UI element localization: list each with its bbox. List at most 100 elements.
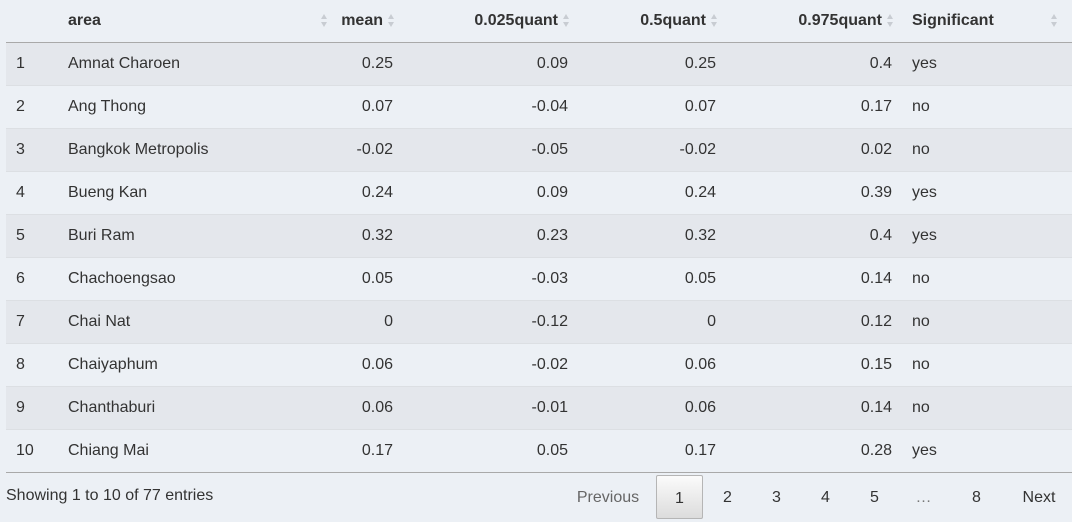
data-table: area mean 0.025quant 0.5quant 0.975quant…	[6, 0, 1072, 473]
cell-significant: yes	[902, 42, 1072, 86]
cell-05quant: 0.06	[578, 386, 726, 430]
cell-mean: 0.06	[295, 386, 403, 430]
cell-significant: no	[902, 300, 1072, 344]
cell-0975quant: 0.4	[726, 214, 902, 258]
cell-area: Buri Ram	[58, 214, 295, 258]
cell-05quant: 0.24	[578, 171, 726, 215]
table-row: 8 Chaiyaphum 0.06 -0.02 0.06 0.15 no	[6, 343, 1072, 387]
cell-index: 4	[6, 171, 58, 215]
column-header-0025quant[interactable]: 0.025quant	[403, 0, 578, 43]
cell-05quant: 0.25	[578, 42, 726, 86]
cell-05quant: 0.32	[578, 214, 726, 258]
column-header-significant[interactable]: Significant	[902, 0, 1072, 43]
cell-0025quant: -0.12	[403, 300, 578, 344]
cell-index: 3	[6, 128, 58, 172]
entries-info: Showing 1 to 10 of 77 entries	[6, 487, 214, 504]
cell-area: Ang Thong	[58, 85, 295, 129]
cell-significant: no	[902, 257, 1072, 301]
cell-0975quant: 0.14	[726, 386, 902, 430]
cell-0975quant: 0.02	[726, 128, 902, 172]
table-row: 9 Chanthaburi 0.06 -0.01 0.06 0.14 no	[6, 386, 1072, 430]
cell-0975quant: 0.17	[726, 85, 902, 129]
cell-0025quant: 0.09	[403, 171, 578, 215]
cell-index: 1	[6, 42, 58, 86]
column-header-0025quant-label: 0.025quant	[474, 12, 558, 29]
cell-area: Bangkok Metropolis	[58, 128, 295, 172]
cell-0025quant: -0.05	[403, 128, 578, 172]
cell-area: Chanthaburi	[58, 386, 295, 430]
column-header-mean[interactable]: mean	[295, 0, 403, 43]
cell-0975quant: 0.12	[726, 300, 902, 344]
table-row: 5 Buri Ram 0.32 0.23 0.32 0.4 yes	[6, 214, 1072, 258]
cell-area: Chai Nat	[58, 300, 295, 344]
cell-mean: 0.32	[295, 214, 403, 258]
table-row: 1 Amnat Charoen 0.25 0.09 0.25 0.4 yes	[6, 42, 1072, 86]
cell-area: Bueng Kan	[58, 171, 295, 215]
cell-mean: -0.02	[295, 128, 403, 172]
cell-significant: no	[902, 128, 1072, 172]
cell-0025quant: -0.01	[403, 386, 578, 430]
cell-0025quant: 0.09	[403, 42, 578, 86]
cell-0025quant: -0.03	[403, 257, 578, 301]
cell-05quant: 0.17	[578, 429, 726, 473]
table-row: 3 Bangkok Metropolis -0.02 -0.05 -0.02 0…	[6, 128, 1072, 172]
sort-icon[interactable]	[563, 13, 571, 29]
cell-0975quant: 0.28	[726, 429, 902, 473]
table-row: 10 Chiang Mai 0.17 0.05 0.17 0.28 yes	[6, 429, 1072, 473]
cell-mean: 0.25	[295, 42, 403, 86]
column-header-05quant[interactable]: 0.5quant	[578, 0, 726, 43]
cell-mean: 0.24	[295, 171, 403, 215]
cell-05quant: 0.07	[578, 85, 726, 129]
previous-button[interactable]: Previous	[562, 475, 654, 517]
cell-05quant: 0.05	[578, 257, 726, 301]
table-row: 6 Chachoengsao 0.05 -0.03 0.05 0.14 no	[6, 257, 1072, 301]
column-header-significant-label: Significant	[912, 12, 994, 29]
cell-index: 8	[6, 343, 58, 387]
sort-icon[interactable]	[887, 13, 895, 29]
cell-mean: 0.06	[295, 343, 403, 387]
cell-0975quant: 0.14	[726, 257, 902, 301]
page-button-5[interactable]: 5	[852, 475, 897, 517]
cell-index: 7	[6, 300, 58, 344]
cell-index: 2	[6, 85, 58, 129]
cell-significant: no	[902, 386, 1072, 430]
cell-index: 6	[6, 257, 58, 301]
cell-significant: yes	[902, 171, 1072, 215]
cell-0025quant: 0.05	[403, 429, 578, 473]
pagination-ellipsis: …	[915, 489, 932, 506]
cell-index: 5	[6, 214, 58, 258]
cell-significant: no	[902, 85, 1072, 129]
page-button-8[interactable]: 8	[954, 475, 999, 517]
cell-mean: 0.07	[295, 85, 403, 129]
column-header-index	[6, 0, 58, 43]
cell-0025quant: -0.02	[403, 343, 578, 387]
next-button[interactable]: Next	[1006, 475, 1072, 517]
cell-significant: no	[902, 343, 1072, 387]
cell-mean: 0.05	[295, 257, 403, 301]
cell-05quant: -0.02	[578, 128, 726, 172]
column-header-area-label: area	[68, 12, 101, 29]
cell-0975quant: 0.39	[726, 171, 902, 215]
page-button-2[interactable]: 2	[705, 475, 750, 517]
pagination: Previous 1 2 3 4 5 … 8 Next	[562, 475, 1072, 519]
table-header-row: area mean 0.025quant 0.5quant 0.975quant…	[6, 0, 1072, 43]
cell-mean: 0	[295, 300, 403, 344]
column-header-0975quant[interactable]: 0.975quant	[726, 0, 902, 43]
page-button-1[interactable]: 1	[656, 475, 703, 519]
sort-icon[interactable]	[1051, 13, 1059, 29]
sort-icon[interactable]	[388, 13, 396, 29]
cell-area: Chaiyaphum	[58, 343, 295, 387]
column-header-0975quant-label: 0.975quant	[798, 12, 882, 29]
sort-icon[interactable]	[711, 13, 719, 29]
cell-mean: 0.17	[295, 429, 403, 473]
table-row: 2 Ang Thong 0.07 -0.04 0.07 0.17 no	[6, 85, 1072, 129]
cell-index: 9	[6, 386, 58, 430]
page-button-3[interactable]: 3	[754, 475, 799, 517]
table-row: 4 Bueng Kan 0.24 0.09 0.24 0.39 yes	[6, 171, 1072, 215]
table-row: 7 Chai Nat 0 -0.12 0 0.12 no	[6, 300, 1072, 344]
cell-index: 10	[6, 429, 58, 473]
column-header-05quant-label: 0.5quant	[640, 12, 706, 29]
page-button-4[interactable]: 4	[803, 475, 848, 517]
column-header-area[interactable]: area	[58, 0, 327, 43]
cell-05quant: 0.06	[578, 343, 726, 387]
